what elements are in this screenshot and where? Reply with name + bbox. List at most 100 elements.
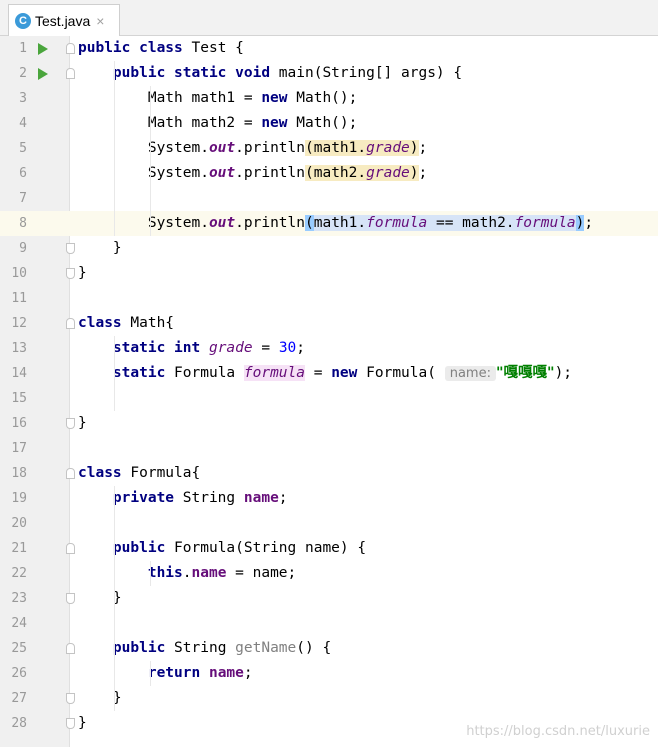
code-line[interactable]: 1 public class Test {: [0, 36, 658, 61]
code-token: name: [243, 490, 279, 506]
code-line[interactable]: 20: [0, 511, 658, 536]
code-token: String: [174, 490, 244, 506]
code-token: System.: [78, 140, 209, 156]
code-line[interactable]: 15: [0, 386, 658, 411]
code-token: ;: [418, 140, 428, 156]
tab-test-java[interactable]: C Test.java ×: [8, 4, 120, 36]
code-token: .println: [235, 215, 305, 231]
code-line[interactable]: 18 class Formula{: [0, 461, 658, 486]
fold-icon[interactable]: [66, 268, 75, 279]
run-icon[interactable]: [38, 43, 48, 55]
code-text: Math math1 = new Math();: [78, 86, 358, 111]
line-number: 17: [11, 441, 27, 456]
fold-icon[interactable]: [66, 593, 75, 604]
code-text: }: [78, 686, 122, 711]
line-number: 15: [11, 391, 27, 406]
line-number: 26: [11, 666, 27, 681]
code-line[interactable]: 24: [0, 611, 658, 636]
line-number: 6: [19, 166, 27, 181]
code-token: }: [78, 240, 122, 256]
fold-icon[interactable]: [66, 643, 75, 654]
code-line[interactable]: 27 }: [0, 686, 658, 711]
code-line[interactable]: 25 public String getName() {: [0, 636, 658, 661]
code-token: name: [191, 565, 227, 581]
code-token: getName: [235, 640, 297, 656]
code-line[interactable]: 8 System.out.println(math1.formula == ma…: [0, 211, 658, 236]
code-line[interactable]: 4 Math math2 = new Math();: [0, 111, 658, 136]
run-icon[interactable]: [38, 68, 48, 80]
code-line[interactable]: 14 static Formula formula = new Formula(…: [0, 361, 658, 386]
code-line[interactable]: 6 System.out.println(math2.grade);: [0, 161, 658, 186]
code-token: "嘎嘎嘎": [495, 365, 555, 381]
fold-icon[interactable]: [66, 418, 75, 429]
code-line[interactable]: 13 static int grade = 30;: [0, 336, 658, 361]
fold-icon[interactable]: [66, 43, 75, 54]
code-text: System.out.println(math1.formula == math…: [78, 211, 593, 236]
line-number: 9: [19, 241, 27, 256]
code-token: }: [78, 590, 122, 606]
code-token: class: [130, 40, 183, 56]
code-text: public static void main(String[] args) {: [78, 61, 462, 86]
code-text: System.out.println(math2.grade);: [78, 161, 427, 186]
code-line[interactable]: 9 }: [0, 236, 658, 261]
code-text: class Formula{: [78, 461, 200, 486]
fold-icon[interactable]: [66, 718, 75, 729]
code-text: public class Test {: [78, 36, 244, 61]
code-token: math2.: [313, 165, 367, 181]
code-line[interactable]: 12 class Math{: [0, 311, 658, 336]
fold-icon[interactable]: [66, 243, 75, 254]
indent-guide: [150, 86, 151, 236]
code-token: ;: [584, 215, 594, 231]
code-token: =: [252, 340, 279, 356]
code-text: }: [78, 236, 122, 261]
code-token: new: [261, 115, 288, 131]
code-line[interactable]: 3 Math math1 = new Math();: [0, 86, 658, 111]
fold-icon[interactable]: [66, 68, 75, 79]
code-token: ): [409, 140, 419, 156]
code-line[interactable]: 10}: [0, 261, 658, 286]
code-text: static Formula formula = new Formula( na…: [78, 361, 572, 386]
code-token: .println: [235, 165, 305, 181]
fold-icon[interactable]: [66, 318, 75, 329]
line-number: 10: [11, 266, 27, 281]
code-token: grade: [366, 165, 410, 181]
code-token: this: [147, 565, 183, 581]
code-line[interactable]: 23 }: [0, 586, 658, 611]
editor-tab-bar: C Test.java ×: [0, 0, 658, 36]
code-line[interactable]: 2 public static void main(String[] args)…: [0, 61, 658, 86]
code-line[interactable]: 7: [0, 186, 658, 211]
code-token: public static void: [112, 65, 271, 81]
code-line[interactable]: 16}: [0, 411, 658, 436]
close-icon[interactable]: ×: [96, 13, 104, 29]
code-line[interactable]: 22 this.name = name;: [0, 561, 658, 586]
code-token: Math math1 =: [78, 90, 262, 106]
code-line[interactable]: 26 return name;: [0, 661, 658, 686]
code-line[interactable]: 21 public Formula(String name) {: [0, 536, 658, 561]
code-token: Math();: [287, 90, 358, 106]
code-token: }: [78, 715, 87, 731]
code-token: Formula(String name) {: [165, 540, 367, 556]
code-line[interactable]: 19 private String name;: [0, 486, 658, 511]
code-text: }: [78, 586, 122, 611]
indent-guide: [150, 661, 151, 686]
fold-icon[interactable]: [66, 468, 75, 479]
code-line[interactable]: 5 System.out.println(math1.grade);: [0, 136, 658, 161]
line-number: 22: [11, 566, 27, 581]
code-token: new: [261, 90, 288, 106]
code-token: formula: [243, 365, 305, 381]
line-number: 14: [11, 366, 27, 381]
code-line[interactable]: 17: [0, 436, 658, 461]
fold-icon[interactable]: [66, 543, 75, 554]
code-token: System.: [78, 215, 209, 231]
code-line[interactable]: 11: [0, 286, 658, 311]
code-token: ;: [278, 490, 288, 506]
fold-icon[interactable]: [66, 693, 75, 704]
code-editor[interactable]: 1 public class Test {2 public static void…: [0, 36, 658, 747]
